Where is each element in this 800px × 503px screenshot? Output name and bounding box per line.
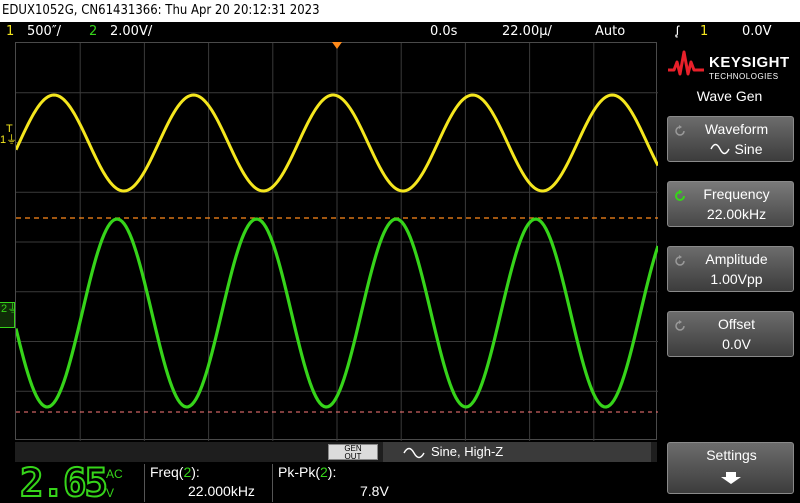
meas-divider — [272, 464, 273, 502]
menu-title: Wave Gen — [696, 88, 763, 104]
wave-gen-summary: Sine, High-Z — [383, 442, 651, 462]
ch2-scale: 2.00V/ — [110, 24, 153, 39]
ch2-ground-marker[interactable]: 2⏚ — [0, 302, 18, 328]
logo-sub-text: TECHNOLOGIES — [709, 72, 779, 81]
freq-value: 22.000kHz — [188, 483, 255, 499]
trigger-position-marker — [332, 42, 342, 49]
graticule — [16, 43, 658, 441]
trigger-mode: Auto — [595, 24, 626, 39]
keysight-wave-icon — [668, 50, 704, 76]
sine-icon — [403, 447, 425, 458]
window-title: EDUX1052G, CN61431366: Thu Apr 20 20:12:… — [0, 0, 800, 22]
waveform-title: Waveform — [704, 121, 769, 137]
wave-gen-description: Sine, High-Z — [431, 444, 504, 459]
dvm-reading: 2.65 — [19, 461, 109, 503]
ch1-number: 1 — [6, 24, 15, 39]
logo-main-text: KEYSIGHT — [709, 54, 790, 71]
offset-value: 0.0V — [722, 336, 751, 352]
meas-divider — [144, 464, 145, 502]
amplitude-softkey[interactable]: Amplitude 1.00Vpp — [667, 246, 794, 292]
waveform-value: Sine — [668, 141, 795, 157]
status-bar: 1 500″/ 2 2.00V/ 0.0s 22.00µ/ Auto ᶘ 1 0… — [0, 22, 800, 42]
waveform-canvas — [16, 43, 658, 441]
pkpk-label: Pk-Pk(2): — [278, 464, 337, 480]
offset-title: Offset — [717, 316, 756, 332]
dvm-unit: V — [106, 486, 115, 500]
gen-out-line2: OUT — [344, 452, 362, 461]
waveform-display[interactable] — [15, 42, 658, 441]
amplitude-title: Amplitude — [705, 251, 768, 267]
ch1-scale: 500″/ — [27, 24, 62, 39]
trigger-channel: 1 — [700, 24, 709, 39]
amplitude-value: 1.00Vpp — [710, 271, 763, 287]
settings-softkey[interactable]: Settings — [667, 442, 794, 494]
waveform-value-text: Sine — [734, 141, 763, 157]
channel-marker-strip — [0, 42, 15, 440]
freq-label: Freq(2): — [150, 464, 200, 480]
frequency-value: 22.00kHz — [706, 206, 767, 222]
sine-icon — [710, 143, 731, 155]
frequency-softkey[interactable]: Frequency 22.00kHz — [667, 181, 794, 227]
ch1-marker-label: 1⏚ — [0, 135, 17, 146]
settings-title: Settings — [706, 447, 757, 463]
softkey-panel: KEYSIGHT TECHNOLOGIES Wave Gen Waveform … — [659, 42, 800, 503]
time-position: 0.0s — [430, 24, 458, 39]
pkpk-value: 7.8V — [360, 483, 389, 499]
ch2-number: 2 — [89, 24, 98, 39]
dvm-mode: AC — [106, 467, 123, 481]
trigger-level: 0.0V — [742, 24, 772, 39]
time-scale: 22.00µ/ — [502, 24, 552, 39]
frequency-title: Frequency — [703, 186, 770, 202]
keysight-logo: KEYSIGHT TECHNOLOGIES — [667, 48, 792, 86]
bottom-info-bar: GEN OUT Sine, High-Z — [15, 442, 657, 462]
ch1-ground-marker[interactable]: T 1⏚ — [0, 124, 17, 152]
waveform-softkey[interactable]: Waveform Sine — [667, 116, 794, 162]
measurement-bar: 2.65 AC V Freq(2): 22.000kHz Pk-Pk(2): 7… — [0, 462, 657, 503]
gen-out-badge: GEN OUT — [328, 444, 378, 461]
trigger-edge-icon: ᶘ — [676, 24, 679, 39]
arrow-down-icon — [721, 472, 741, 484]
offset-softkey[interactable]: Offset 0.0V — [667, 311, 794, 357]
